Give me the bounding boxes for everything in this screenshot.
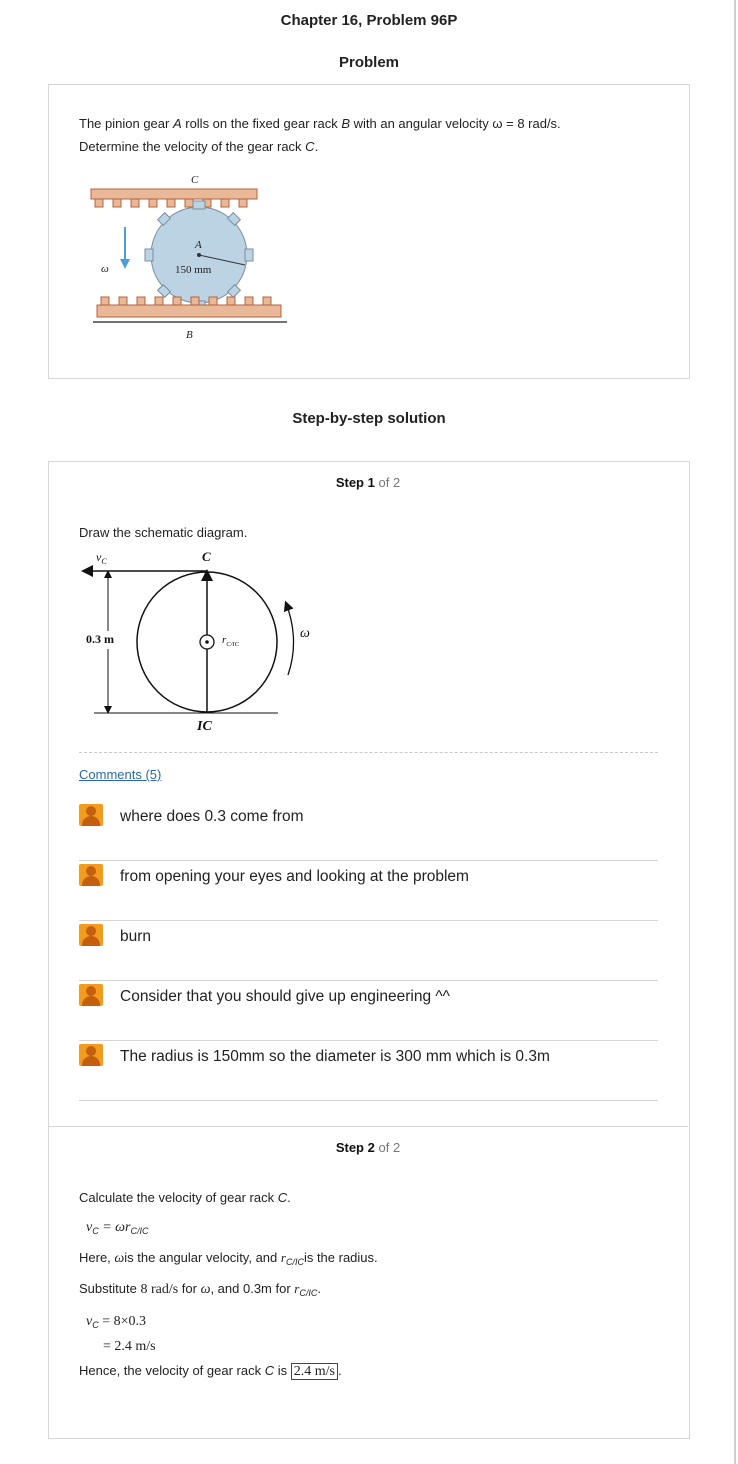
- user-avatar-icon: [79, 924, 103, 946]
- comment-text: Consider that you should give up enginee…: [120, 988, 450, 1005]
- comment-text: from opening your eyes and looking at th…: [120, 868, 469, 885]
- fig-label-b: B: [186, 329, 193, 341]
- fig-label-c: C: [191, 174, 199, 186]
- comment-text: burn: [120, 928, 152, 945]
- substitute-line: Substitute 8 rad/s for ω, and 0.3m for r…: [79, 1281, 321, 1298]
- comment-item: where does 0.3 come from: [79, 800, 658, 861]
- user-avatar-icon: [79, 1044, 103, 1066]
- problem-text-line2: Determine the velocity of the gear rack …: [79, 139, 319, 154]
- comment-item: burn: [79, 920, 658, 981]
- comments-divider: [79, 752, 658, 753]
- step-separator: [48, 1126, 688, 1127]
- step1-label: Step 1 of 2: [335, 475, 401, 490]
- fig-label-a: A: [194, 239, 202, 251]
- omega-arc: [283, 600, 295, 676]
- height-label: 0.3 m: [86, 632, 114, 646]
- calc-line2: = 2.4 m/s: [103, 1339, 156, 1354]
- user-avatar-icon: [79, 984, 103, 1006]
- step1-instruction: Draw the schematic diagram.: [79, 525, 248, 540]
- chapter-title: Chapter 16, Problem 96P: [280, 12, 458, 29]
- center-point: [197, 253, 201, 257]
- equation-vc: vC = ωrC/IC: [86, 1220, 149, 1236]
- top-rack-teeth: [94, 198, 248, 208]
- top-rack: [90, 188, 258, 200]
- comment-text: The radius is 150mm so the diameter is 3…: [120, 1048, 550, 1065]
- answer-box: 2.4 m/s: [290, 1363, 338, 1380]
- c-label: C: [202, 549, 211, 564]
- user-avatar-icon: [79, 804, 103, 826]
- vc-label: vC: [96, 550, 107, 566]
- step2-line1: Calculate the velocity of gear rack C.: [79, 1190, 291, 1205]
- bottom-rack: [96, 304, 282, 318]
- comment-item: from opening your eyes and looking at th…: [79, 860, 658, 921]
- fig-label-omega: ω: [101, 263, 109, 275]
- page-border: [734, 0, 736, 1464]
- hence-line: Hence, the velocity of gear rack C is 2.…: [79, 1363, 342, 1380]
- ic-label: IC: [196, 719, 212, 734]
- step2-label: Step 2 of 2: [335, 1140, 401, 1155]
- problem-text-line1: The pinion gear A rolls on the fixed gea…: [79, 116, 561, 131]
- comment-item: The radius is 150mm so the diameter is 3…: [79, 1040, 658, 1101]
- problem-box: The pinion gear A rolls on the fixed gea…: [48, 84, 690, 379]
- fig-label-radius: 150 mm: [175, 264, 212, 276]
- problem-heading: Problem: [338, 54, 399, 71]
- here-line: Here, ωis the angular velocity, and rC/I…: [79, 1250, 378, 1267]
- user-avatar-icon: [79, 864, 103, 886]
- comment-text: where does 0.3 come from: [120, 808, 304, 825]
- gear-rack-figure: C A 150 mm ω B: [90, 174, 287, 341]
- comment-item: Consider that you should give up enginee…: [79, 980, 658, 1041]
- solution-heading: Step-by-step solution: [292, 410, 446, 427]
- omega-label: ω: [300, 626, 310, 641]
- r-label: rC/IC: [222, 634, 240, 648]
- schematic-diagram: vC C rC/IC 0.3 m ω IC: [81, 549, 310, 734]
- comments-link[interactable]: Comments (5): [79, 767, 161, 782]
- calc-line1: vC = 8×0.3: [86, 1314, 147, 1330]
